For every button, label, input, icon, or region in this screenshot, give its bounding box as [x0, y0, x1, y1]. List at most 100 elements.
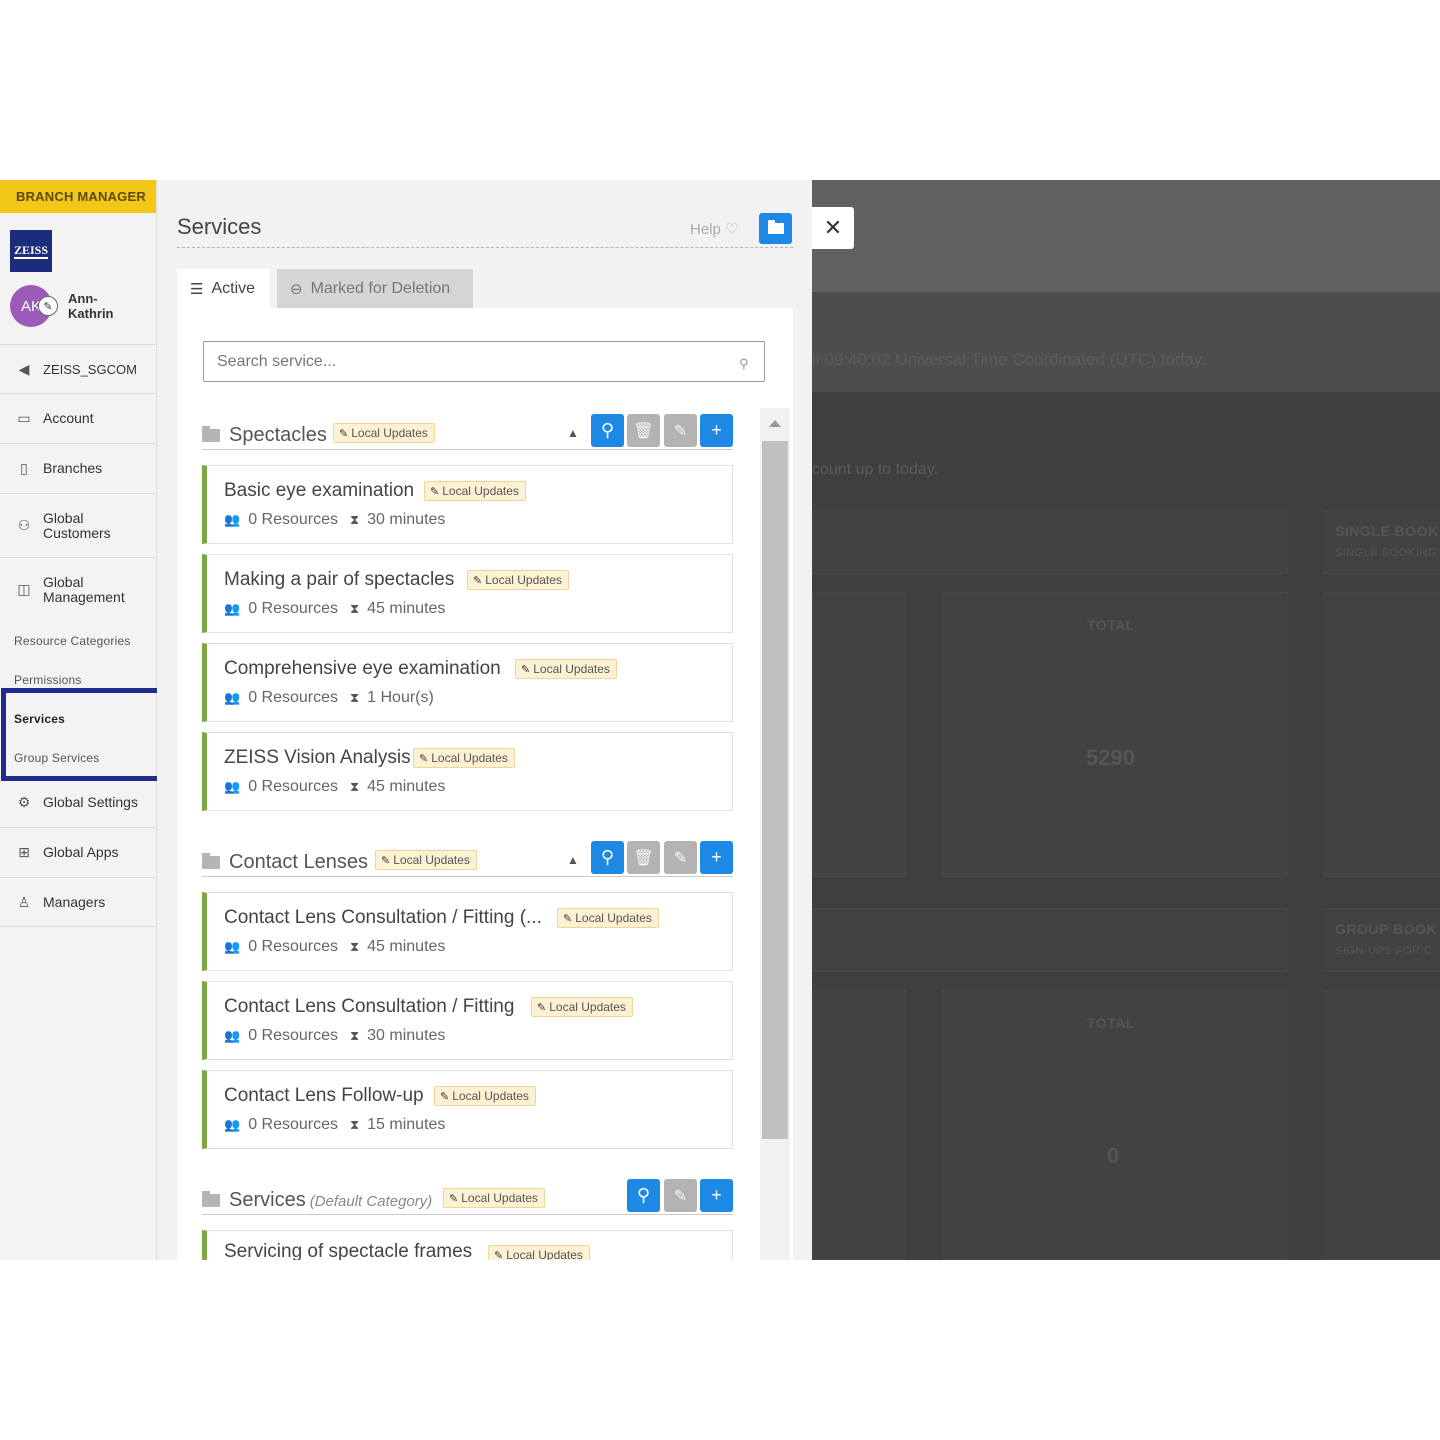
service-name: Servicing of spectacle frames: [224, 1241, 473, 1260]
scroll-thumb[interactable]: [762, 441, 788, 1139]
scroll-up-arrow-icon[interactable]: [769, 420, 781, 427]
search-category-button[interactable]: ⚲: [591, 841, 624, 874]
single-booking-sublabel: SINGLE BOOKING: [1335, 547, 1437, 559]
help-link[interactable]: Help ♡: [690, 220, 738, 238]
users-icon: 👥: [224, 779, 241, 794]
nav-item-global-apps[interactable]: ⊞ Global Apps: [0, 827, 157, 877]
service-meta: 👥 0 Resources ⧗ 15 minutes: [224, 1116, 446, 1133]
service-item[interactable]: Servicing of spectacle frames ✎ Local Upd…: [202, 1230, 733, 1260]
users-icon: 👥: [224, 601, 241, 616]
pencil-icon: ✎: [537, 1001, 547, 1014]
delete-category-button[interactable]: 🗑: [627, 414, 660, 447]
services-panel: Services Help ♡ ☰ Active ⊖ Marked for De…: [157, 180, 812, 1260]
service-name: Making a pair of spectacles: [224, 569, 455, 590]
pencil-icon: ✎: [494, 1249, 504, 1261]
service-item[interactable]: Contact Lens Consultation / Fitting ✎ Loc…: [202, 981, 733, 1060]
tab-active[interactable]: ☰ Active: [177, 269, 270, 308]
app-frame: il 09:40:02 Universal Time Coordinated (…: [0, 180, 1440, 1260]
local-updates-badge: ✎ Local Updates: [375, 850, 477, 870]
add-service-button[interactable]: +: [700, 841, 733, 874]
local-updates-badge: ✎ Local Updates: [488, 1245, 590, 1260]
folder-icon: [202, 1191, 220, 1207]
plus-icon: +: [711, 420, 722, 440]
category-name: Services (Default Category): [229, 1189, 433, 1211]
category-services-default: Services (Default Category) ✎ Local Update…: [202, 1177, 733, 1215]
service-meta: 👥 0 Resources ⧗ 45 minutes: [224, 600, 446, 617]
service-meta: 👥 0 Resources ⧗ 30 minutes: [224, 511, 446, 528]
default-category-label: (Default Category): [309, 1193, 433, 1210]
dashboard-notice-band: il 09:40:02 Universal Time Coordinated (…: [812, 292, 1440, 392]
dashboard-header: [812, 180, 1440, 292]
search-category-button[interactable]: ⚲: [627, 1179, 660, 1212]
nav-item-branches[interactable]: ▯ Branches: [0, 443, 157, 493]
dashboard-card-right: [1324, 592, 1440, 877]
users-icon: 👥: [224, 939, 241, 954]
user-profile[interactable]: AK ✎ Ann-Kathrin: [10, 285, 128, 327]
minus-circle-icon: ⊖: [290, 280, 303, 298]
service-name: Contact Lens Consultation / Fitting (...: [224, 907, 542, 928]
service-item[interactable]: Making a pair of spectacles ✎ Local Updat…: [202, 554, 733, 633]
search-input[interactable]: [203, 341, 765, 382]
hourglass-icon: ⧗: [350, 690, 360, 705]
avatar[interactable]: AK ✎: [10, 285, 58, 327]
dimmed-dashboard: il 09:40:02 Universal Time Coordinated (…: [812, 180, 1440, 1260]
edit-profile-icon[interactable]: ✎: [38, 296, 58, 316]
nav-item-global-settings[interactable]: ⚙ Global Settings: [0, 777, 157, 827]
single-total-card: TOTAL 5290: [942, 592, 1288, 877]
service-item[interactable]: Basic eye examination ✎ Local Updates 👥 0 …: [202, 465, 733, 544]
dashboard-card-left: [812, 592, 906, 877]
hourglass-icon: ⧗: [350, 601, 360, 616]
pencil-icon: ✎: [673, 849, 688, 867]
nav-item-zeiss-sgcom[interactable]: ◀ ZEISS_SGCOM: [0, 344, 157, 393]
hourglass-icon: ⧗: [350, 779, 360, 794]
group-total-label: TOTAL: [1087, 1015, 1135, 1031]
nav-item-label: Global Apps: [43, 844, 119, 860]
nav-item-managers[interactable]: ♙ Managers: [0, 877, 157, 927]
service-item[interactable]: Contact Lens Follow-up ✎ Local Updates 👥 0…: [202, 1070, 733, 1149]
dashboard-card-right-2: [1324, 990, 1440, 1260]
categories-folder-button[interactable]: [759, 213, 792, 244]
service-item[interactable]: Comprehensive eye examination ✎ Local Upd…: [202, 643, 733, 722]
single-total-value: 5290: [1086, 745, 1135, 770]
users-icon: 👥: [224, 1117, 241, 1132]
hourglass-icon: ⧗: [350, 1117, 360, 1132]
trash-icon: 🗑: [633, 422, 654, 440]
pencil-icon: ✎: [673, 422, 688, 440]
tab-marked-for-deletion[interactable]: ⊖ Marked for Deletion: [277, 269, 473, 308]
edit-category-button[interactable]: ✎: [664, 414, 697, 447]
add-service-button[interactable]: +: [700, 414, 733, 447]
local-updates-badge: ✎ Local Updates: [515, 659, 617, 679]
group-total-card: TOTAL 0: [942, 990, 1288, 1260]
service-item[interactable]: ZEISS Vision Analysis ✎ Local Updates 👥 0 …: [202, 732, 733, 811]
nav-item-global-customers[interactable]: ⚇ Global Customers: [0, 493, 157, 557]
local-updates-badge: ✎ Local Updates: [531, 997, 633, 1017]
services-content: ⚲ Spectacles ✎Local Updates ▲ ⚲ 🗑 ✎ + Ba…: [177, 308, 793, 1260]
users-icon: 👥: [224, 1028, 241, 1043]
dashboard-notice: il 09:40:02 Universal Time Coordinated (…: [812, 350, 1206, 369]
local-updates-badge: ✎ Local Updates: [443, 1188, 545, 1208]
tab-label: Marked for Deletion: [310, 279, 451, 297]
nav-item-label: Global Management: [43, 573, 125, 605]
nav-item-label: ZEISS_SGCOM: [43, 361, 137, 377]
nav-item-label: Managers: [43, 893, 106, 910]
service-item[interactable]: Contact Lens Consultation / Fitting (...…: [202, 892, 733, 971]
dashboard-card-strip-2: [812, 908, 1288, 972]
edit-category-button[interactable]: ✎: [664, 841, 697, 874]
help-label: Help: [690, 221, 721, 238]
search-category-button[interactable]: ⚲: [591, 414, 624, 447]
nav-item-global-management[interactable]: ◫ Global Management: [0, 557, 157, 621]
add-service-button[interactable]: +: [700, 1179, 733, 1212]
pencil-icon: ✎: [419, 752, 429, 765]
building-icon: ▯: [20, 460, 28, 476]
chevron-up-icon[interactable]: ▲: [567, 853, 579, 867]
scrollbar[interactable]: [760, 408, 790, 1260]
edit-category-button[interactable]: ✎: [664, 1179, 697, 1212]
pencil-icon: ✎: [430, 485, 440, 498]
chevron-up-icon[interactable]: ▲: [567, 426, 579, 440]
close-panel-button[interactable]: ✕: [812, 207, 854, 249]
service-name: Contact Lens Consultation / Fitting: [224, 996, 515, 1017]
nav-sub-resource-categories[interactable]: Resource Categories: [0, 621, 157, 660]
delete-category-button[interactable]: 🗑: [627, 841, 660, 874]
services-highlight-box: [1, 688, 163, 781]
nav-item-account[interactable]: ▭ Account: [0, 393, 157, 443]
